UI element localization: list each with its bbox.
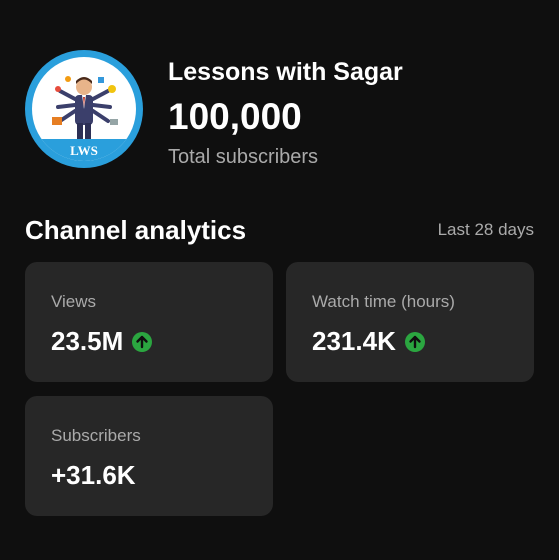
watch-time-card[interactable]: Watch time (hours) 231.4K	[286, 262, 534, 382]
subscribers-card[interactable]: Subscribers +31.6K	[25, 396, 273, 516]
logo-illustration: LWS	[32, 76, 136, 161]
views-value-row: 23.5M	[51, 326, 153, 357]
channel-name[interactable]: Lessons with Sagar	[168, 58, 403, 87]
subscriber-label: Total subscribers	[168, 146, 319, 168]
watch-time-value: 231.4K	[312, 326, 396, 356]
analytics-title: Channel analytics	[25, 215, 247, 245]
channel-analytics-page: LWS Lessons with Sagar 100,000 Total sub…	[0, 0, 559, 560]
subscribers-value-row: +31.6K	[51, 460, 136, 491]
channel-avatar[interactable]: LWS	[25, 50, 143, 168]
channel-logo: LWS	[32, 57, 136, 161]
views-value: 23.5M	[51, 326, 124, 356]
subscriber-count: 100,000	[168, 96, 302, 137]
views-label: Views	[51, 292, 97, 311]
subscribers-value: +31.6K	[51, 460, 136, 490]
subscribers-label: Subscribers	[51, 426, 141, 445]
arrow-up-circle-icon	[404, 331, 425, 352]
watch-time-label: Watch time (hours)	[312, 292, 455, 311]
arrow-up-circle-icon	[132, 331, 153, 352]
watch-time-value-row: 231.4K	[312, 326, 426, 357]
logo-text: LWS	[70, 143, 98, 158]
views-card[interactable]: Views 23.5M	[25, 262, 273, 382]
period-selector[interactable]: Last 28 days	[438, 220, 534, 240]
